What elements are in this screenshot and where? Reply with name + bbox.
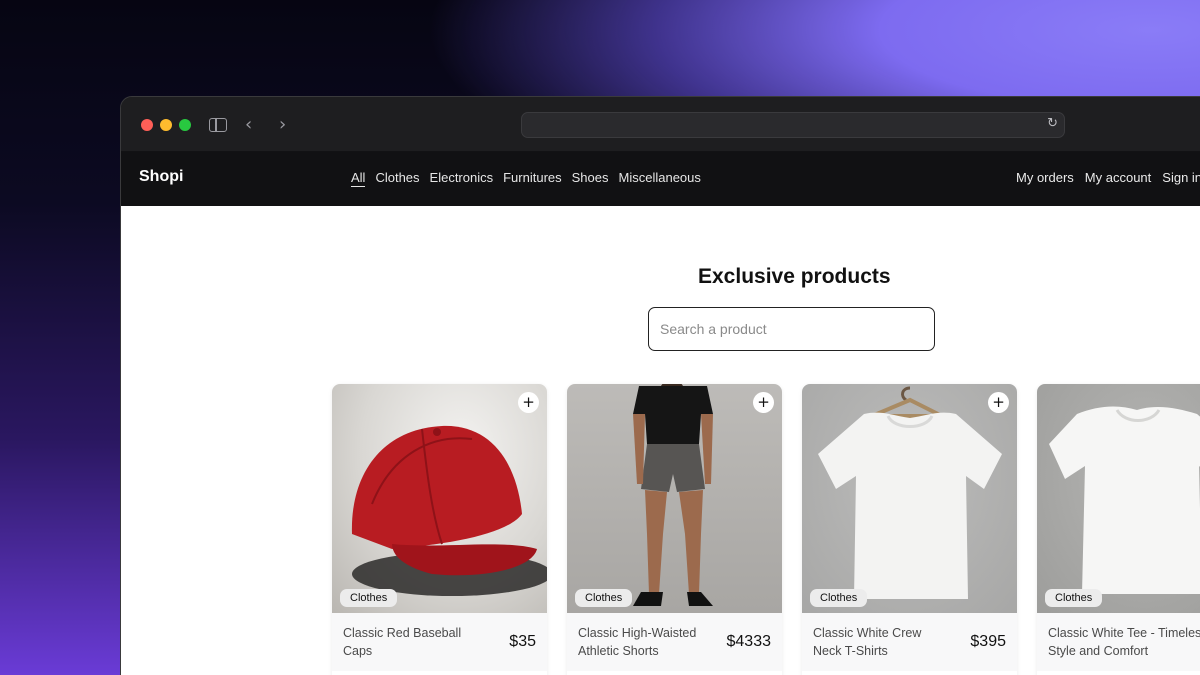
category-link-all[interactable]: All (351, 170, 366, 187)
product-info: Classic High-Waisted Athletic Shorts $43… (567, 613, 782, 671)
reload-icon[interactable]: ↻ (1047, 116, 1058, 131)
product-info: Classic White Crew Neck T-Shirts $395 (802, 613, 1017, 671)
forward-icon[interactable]: › (279, 114, 286, 135)
site-navbar: Shopi All Clothes Electronics Furnitures… (121, 152, 1200, 206)
product-card[interactable]: Clothes Classic White Tee - Timeless Sty… (1037, 384, 1200, 675)
search-input[interactable] (648, 307, 935, 351)
product-info: Classic Red Baseball Caps $35 (332, 613, 547, 671)
add-to-cart-button[interactable]: + (518, 392, 539, 413)
product-image-white-crew-tshirt[interactable]: + Clothes (802, 384, 1017, 613)
category-badge: Clothes (810, 589, 868, 607)
athletic-shorts-illustration (633, 384, 713, 606)
add-to-cart-button[interactable]: + (988, 392, 1009, 413)
product-price: $4333 (726, 633, 772, 650)
address-bar[interactable]: ↻ (521, 112, 1065, 138)
product-grid: + Clothes Classic Red Baseball Caps $35 (332, 384, 1200, 675)
my-account-link[interactable]: My account (1085, 170, 1151, 185)
white-tshirt-illustration (818, 386, 1002, 599)
sign-in-link[interactable]: Sign in (1162, 170, 1200, 185)
product-image-athletic-shorts[interactable]: + Clothes (567, 384, 782, 613)
category-badge: Clothes (575, 589, 633, 607)
my-orders-link[interactable]: My orders (1016, 170, 1074, 185)
product-image-white-tee[interactable]: Clothes (1037, 384, 1200, 613)
product-image-red-cap[interactable]: + Clothes (332, 384, 547, 613)
site-logo[interactable]: Shopi (139, 168, 183, 186)
product-card[interactable]: + Clothes Classic Red Baseball Caps $35 (332, 384, 547, 675)
category-link-miscellaneous[interactable]: Miscellaneous (619, 170, 701, 187)
product-name: Classic Red Baseball Caps (343, 626, 462, 658)
minimize-window-button[interactable] (160, 119, 172, 131)
white-tee-illustration (1049, 406, 1200, 594)
add-to-cart-button[interactable]: + (753, 392, 774, 413)
close-window-button[interactable] (141, 119, 153, 131)
category-badge: Clothes (340, 589, 398, 607)
account-menu: My orders My account Sign in (1016, 170, 1200, 185)
product-name: Classic White Tee - Timeless Style and C… (1048, 626, 1200, 658)
category-link-shoes[interactable]: Shoes (572, 170, 609, 187)
product-info: Classic White Tee - Timeless Style and C… (1037, 613, 1200, 671)
page-title: Exclusive products (698, 265, 891, 288)
product-price: $395 (970, 633, 1006, 650)
main-content: Exclusive products + Clothes (121, 206, 1200, 675)
category-link-furnitures[interactable]: Furnitures (503, 170, 562, 187)
category-badge: Clothes (1045, 589, 1103, 607)
maximize-window-button[interactable] (179, 119, 191, 131)
category-link-electronics[interactable]: Electronics (430, 170, 494, 187)
browser-window: ‹ › ↻ Shopi All Clothes Electronics Furn… (120, 96, 1200, 675)
browser-titlebar: ‹ › ↻ (121, 97, 1200, 152)
product-name: Classic White Crew Neck T-Shirts (813, 626, 922, 658)
red-cap-illustration (351, 425, 547, 596)
product-card[interactable]: + Clothes Classic High-Waisted Athletic … (567, 384, 782, 675)
sidebar-toggle-icon[interactable] (209, 118, 227, 132)
back-icon[interactable]: ‹ (245, 114, 252, 135)
category-link-clothes[interactable]: Clothes (375, 170, 419, 187)
product-price: $35 (509, 633, 536, 650)
product-name: Classic High-Waisted Athletic Shorts (578, 626, 697, 658)
product-card[interactable]: + Clothes Classic White Crew Neck T-Shir… (802, 384, 1017, 675)
category-menu: All Clothes Electronics Furnitures Shoes… (351, 170, 701, 187)
